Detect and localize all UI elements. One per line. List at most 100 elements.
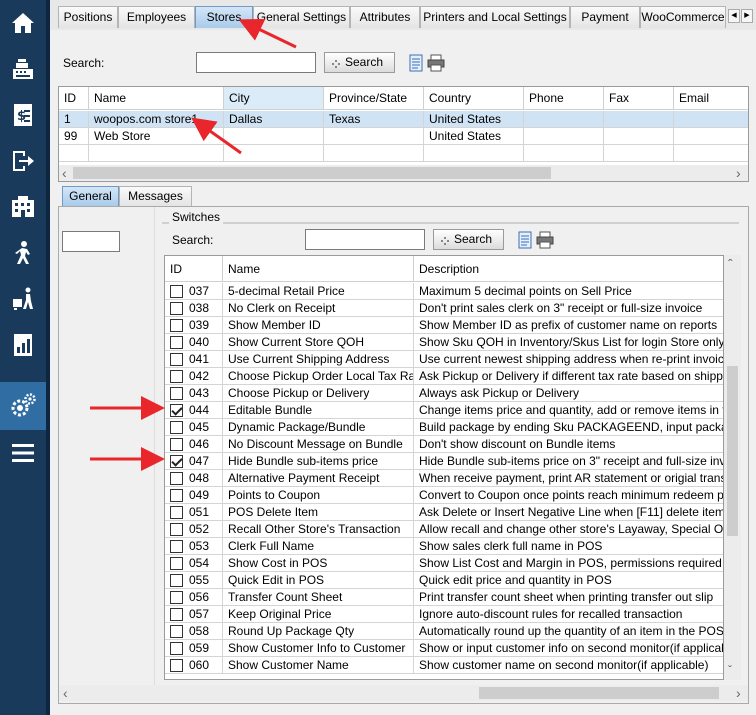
switch-checkbox[interactable] <box>170 404 183 417</box>
export-document-icon[interactable] <box>407 54 425 72</box>
switch-description: Ask Pickup or Delivery if different tax … <box>414 368 723 385</box>
switch-checkbox[interactable] <box>170 608 183 621</box>
switch-id: 040 <box>165 334 223 351</box>
panel-horizontal-scrollbar[interactable]: ‹ › <box>59 685 748 701</box>
switches-vertical-scrollbar[interactable]: ˆ ˇ <box>724 255 741 680</box>
tab-employees[interactable]: Employees <box>118 6 195 28</box>
nav-delivery-person[interactable] <box>0 276 46 322</box>
switch-checkbox[interactable] <box>170 455 183 468</box>
switch-description: Show List Cost and Margin in POS, permis… <box>414 555 723 572</box>
scroll-up-icon[interactable]: ˆ <box>728 257 733 271</box>
col-header-name[interactable]: Name <box>89 87 224 110</box>
switch-name: No Discount Message on Bundle <box>223 436 414 453</box>
scroll-down-icon[interactable]: ˇ <box>728 663 732 677</box>
scroll-right-icon[interactable]: › <box>736 686 741 700</box>
switch-checkbox[interactable] <box>170 523 183 536</box>
nav-reports[interactable] <box>0 322 46 368</box>
tab-scroll-right-icon[interactable]: ▶ <box>741 9 753 23</box>
store-search-input[interactable] <box>196 52 316 73</box>
switch-checkbox[interactable] <box>170 336 183 349</box>
switch-checkbox[interactable] <box>170 625 183 638</box>
switch-description: Change items price and quantity, add or … <box>414 402 723 419</box>
subtab-messages[interactable]: Messages <box>119 186 192 206</box>
switch-checkbox[interactable] <box>170 506 183 519</box>
switch-checkbox[interactable] <box>170 370 183 383</box>
scroll-left-icon[interactable]: ‹ <box>63 686 68 700</box>
scrollbar-thumb[interactable] <box>727 366 738 536</box>
switch-description: Ask Delete or Insert Negative Line when … <box>414 504 723 521</box>
nav-cash-register[interactable] <box>0 46 46 92</box>
col-header-name[interactable]: Name <box>223 256 414 282</box>
col-header-fax[interactable]: Fax <box>604 87 674 110</box>
logout-icon <box>10 148 36 174</box>
col-header-id[interactable]: ID <box>59 87 89 110</box>
switch-checkbox[interactable] <box>170 438 183 451</box>
switch-checkbox[interactable] <box>170 302 183 315</box>
col-header-phone[interactable]: Phone <box>524 87 604 110</box>
switch-id: 058 <box>165 623 223 640</box>
nav-invoice[interactable]: $ <box>0 92 46 138</box>
col-header-country[interactable]: Country <box>424 87 524 110</box>
switch-checkbox[interactable] <box>170 353 183 366</box>
switch-checkbox[interactable] <box>170 591 183 604</box>
switch-checkbox[interactable] <box>170 574 183 587</box>
nav-walking-person[interactable] <box>0 230 46 276</box>
scroll-left-icon[interactable]: ‹ <box>62 166 67 180</box>
switch-checkbox[interactable] <box>170 472 183 485</box>
switches-search-input[interactable] <box>305 229 425 250</box>
tab-scroll-left-icon[interactable]: ◀ <box>728 9 740 23</box>
tab-stores[interactable]: Stores <box>195 6 253 28</box>
nav-home[interactable] <box>0 0 46 46</box>
nav-building[interactable] <box>0 184 46 230</box>
switch-checkbox[interactable] <box>170 489 183 502</box>
tab-attributes[interactable]: Attributes <box>350 6 420 28</box>
switch-checkbox[interactable] <box>170 285 183 298</box>
switch-id: 044 <box>165 402 223 419</box>
nav-menu[interactable] <box>0 430 46 476</box>
scrollbar-thumb[interactable] <box>73 167 551 179</box>
col-header-description[interactable]: Description <box>414 256 723 282</box>
switch-checkbox[interactable] <box>170 540 183 553</box>
switch-description: Don't print sales clerk on 3" receipt or… <box>414 300 723 317</box>
scrollbar-thumb[interactable] <box>479 687 719 699</box>
switch-checkbox[interactable] <box>170 387 183 400</box>
switch-description: Maximum 5 decimal points on Sell Price <box>414 283 723 300</box>
print-icon[interactable] <box>427 54 445 72</box>
switches-search-button[interactable]: Search <box>433 229 504 250</box>
tab-printers-local-settings[interactable]: Printers and Local Settings <box>420 6 570 28</box>
tab-woocommerce[interactable]: WooCommerce <box>640 6 726 28</box>
switch-name: Transfer Count Sheet <box>223 589 414 606</box>
left-field-input[interactable] <box>62 231 120 252</box>
cell-province: Texas <box>324 111 424 128</box>
export-document-icon[interactable] <box>516 231 534 249</box>
col-header-city[interactable]: City <box>224 87 324 110</box>
switch-id: 045 <box>165 419 223 436</box>
switch-checkbox[interactable] <box>170 642 183 655</box>
nav-settings[interactable] <box>0 382 46 430</box>
switch-description: Show Member ID as prefix of customer nam… <box>414 317 723 334</box>
switch-checkbox[interactable] <box>170 659 183 672</box>
col-header-email[interactable]: Email <box>674 87 748 110</box>
store-search-button[interactable]: Search <box>324 52 395 73</box>
col-header-id[interactable]: ID <box>165 256 223 282</box>
switch-checkbox[interactable] <box>170 557 183 570</box>
col-header-province[interactable]: Province/State <box>324 87 424 110</box>
switch-id: 043 <box>165 385 223 402</box>
cell-phone <box>524 111 604 128</box>
home-icon <box>10 10 36 36</box>
tab-payment[interactable]: Payment <box>570 6 640 28</box>
tab-positions[interactable]: Positions <box>58 6 118 28</box>
settings-gears-icon <box>9 392 37 420</box>
print-icon[interactable] <box>536 231 554 249</box>
tab-general-settings[interactable]: General Settings <box>253 6 350 28</box>
scroll-right-icon[interactable]: › <box>736 166 741 180</box>
switch-name: Choose Pickup or Delivery <box>223 385 414 402</box>
subtab-general[interactable]: General <box>62 186 119 206</box>
switch-checkbox[interactable] <box>170 421 183 434</box>
nav-logout[interactable] <box>0 138 46 184</box>
switch-checkbox[interactable] <box>170 319 183 332</box>
switch-name: Round Up Package Qty <box>223 623 414 640</box>
switch-id: 059 <box>165 640 223 657</box>
switch-description: When receive payment, print AR statement… <box>414 470 723 487</box>
stores-horizontal-scrollbar[interactable]: ‹ › <box>59 165 748 181</box>
